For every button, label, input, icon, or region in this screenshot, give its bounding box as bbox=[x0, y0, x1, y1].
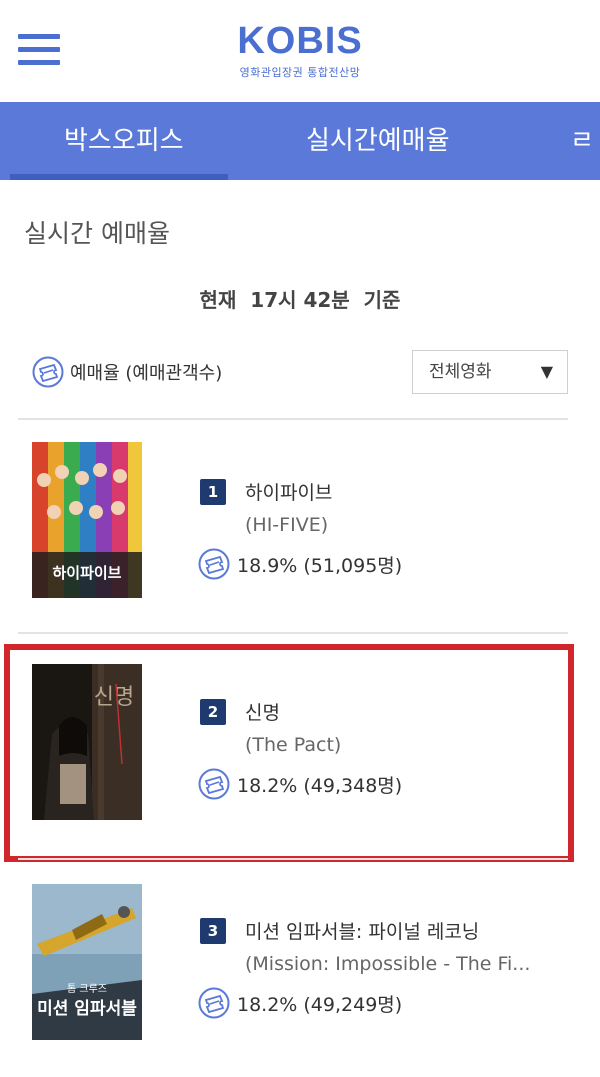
rate-text: 18.2% (49,249명) bbox=[237, 993, 403, 1016]
movie-subtitle: (HI-FIVE) bbox=[245, 514, 329, 536]
movie-filter-select[interactable]: 전체영화 ▼ bbox=[412, 350, 568, 394]
poster-title-text: 미션 임파서블 bbox=[37, 998, 137, 1019]
movie-item-1[interactable]: 하이파이브 1 하이파이브 (HI-FIVE) 18.9% (51,095명) bbox=[0, 420, 600, 620]
menu-line bbox=[18, 60, 60, 65]
legend-label: 예매율 (예매관객수) bbox=[70, 363, 223, 384]
legend: 예매율 (예매관객수) bbox=[32, 354, 222, 390]
logo-text: KOBIS bbox=[237, 20, 363, 62]
tab-realtime-reservation[interactable]: 실시간예매율 bbox=[306, 102, 450, 180]
movie-item-3[interactable]: 톰 크루즈 미션 임파서블 3 미션 임파서블: 파이널 레코닝 (Missio… bbox=[0, 862, 600, 1062]
divider bbox=[18, 858, 568, 860]
ticket-icon bbox=[198, 987, 230, 1019]
logo-subtitle: 영화관입장권 통합전산망 bbox=[239, 66, 361, 79]
timestamp: 현재 17시 42분 기준 bbox=[199, 288, 401, 312]
app-header: KOBIS 영화관입장권 통합전산망 bbox=[0, 0, 600, 102]
dropdown-arrow-icon: ▼ bbox=[540, 362, 553, 381]
tab-next[interactable]: ㄹ bbox=[570, 102, 594, 180]
ticket-icon bbox=[32, 356, 64, 388]
menu-line bbox=[18, 34, 60, 39]
movie-subtitle: (Mission: Impossible - The Fi... bbox=[245, 953, 531, 975]
reservation-rate: 18.2% (49,249명) bbox=[198, 987, 402, 1019]
ticket-icon bbox=[198, 548, 230, 580]
tab-bar: 박스오피스 실시간예매율 ㄹ bbox=[0, 102, 600, 180]
menu-line bbox=[18, 47, 60, 52]
reservation-rate: 18.9% (51,095명) bbox=[198, 548, 402, 580]
hamburger-menu-icon[interactable] bbox=[18, 34, 60, 66]
rate-text: 18.9% (51,095명) bbox=[237, 554, 403, 577]
divider bbox=[18, 632, 568, 634]
movie-poster[interactable]: 톰 크루즈 미션 임파서블 bbox=[32, 884, 142, 1040]
active-tab-indicator bbox=[10, 174, 228, 180]
movie-title[interactable]: 하이파이브 bbox=[245, 478, 332, 505]
rank-badge: 1 bbox=[200, 479, 226, 505]
highlight-box bbox=[4, 644, 574, 862]
kobis-logo[interactable]: KOBIS 영화관입장권 통합전산망 bbox=[220, 20, 380, 80]
section-title: 실시간 예매율 bbox=[24, 219, 170, 248]
movie-poster[interactable]: 하이파이브 bbox=[32, 442, 142, 598]
filter-selected-value: 전체영화 bbox=[429, 362, 492, 382]
tab-box-office[interactable]: 박스오피스 bbox=[64, 102, 184, 180]
rank-badge: 3 bbox=[200, 918, 226, 944]
poster-title-text: 하이파이브 bbox=[52, 564, 121, 582]
poster-subtext: 톰 크루즈 bbox=[67, 983, 107, 995]
movie-title[interactable]: 미션 임파서블: 파이널 레코닝 bbox=[245, 917, 479, 944]
